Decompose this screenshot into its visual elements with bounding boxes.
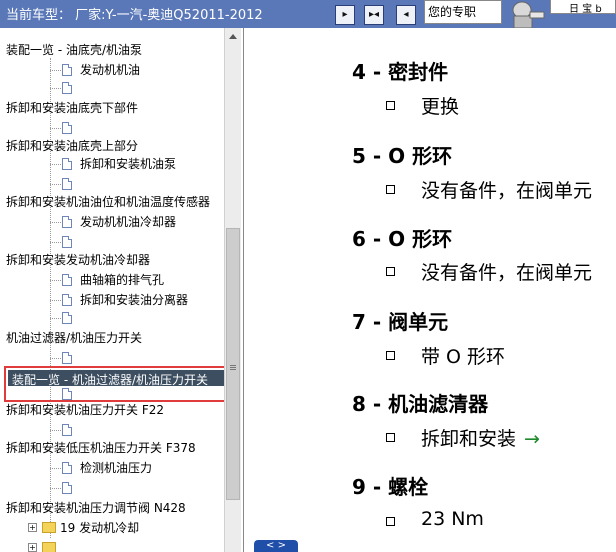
bullet-square-icon [386, 517, 395, 526]
part-detail: 没有备件，在阀单元 [421, 176, 592, 203]
document-icon[interactable] [62, 462, 72, 474]
document-content: 4 - 密封件 更换 5 - O 形环 没有备件，在阀单元 6 - O 形环 没有备件，在… [244, 28, 616, 552]
folder-icon [42, 542, 56, 552]
tree-guide-line [50, 58, 51, 538]
corner-panel-text: 日 宝 b [569, 4, 602, 14]
document-tree: 装配一览 - 油底壳/机油泵发动机机油拆卸和安装油底壳下部件 拆卸和安装油底壳上部… [0, 28, 244, 552]
bullet-square-icon [386, 185, 395, 194]
user-info-text: 您的专职 [428, 5, 477, 19]
tree-item[interactable]: 机油过滤器/机油压力开关 [6, 330, 142, 346]
selection-highlight: 装配一览 - 机油过滤器/机油压力开关 [8, 370, 230, 387]
tree-connector [50, 430, 61, 431]
part-detail-text: 更换 [421, 96, 460, 118]
document-icon[interactable] [62, 158, 72, 170]
part-detail-text: 拆卸和安装 [421, 428, 517, 450]
tree-item[interactable]: 检测机油压力 [80, 460, 152, 476]
skip-double-arrow-icon: ▸◂ [368, 9, 380, 20]
title-bar: 当前车型： 厂家:Y-一汽-奥迪Q52011-2012 ▸ ▸◂ ◂ 您的专职 … [0, 0, 616, 28]
part-detail-text: 没有备件，在阀单元 [421, 262, 593, 284]
tree-item[interactable]: 拆卸和安装油分离器 [80, 292, 188, 308]
document-icon[interactable] [62, 178, 72, 190]
next-button[interactable]: ▸ [335, 5, 355, 25]
folder-icon [42, 522, 56, 533]
bullet-square-icon [386, 433, 395, 442]
selected-tree-item[interactable]: 装配一览 - 机油过滤器/机油压力开关 [4, 366, 240, 402]
part-detail-text: 带 O 形环 [421, 346, 506, 368]
next-arrow-icon: ▸ [342, 9, 348, 20]
document-icon[interactable] [62, 122, 72, 134]
tree-item[interactable]: 发动机机油冷却器 [80, 214, 176, 230]
tree-connector [50, 88, 61, 89]
bullet-square-icon [386, 351, 395, 360]
tree-item[interactable]: 拆卸和安装机油压力调节阀 N428 [6, 500, 186, 516]
grip-icon [230, 365, 236, 366]
part-detail-text: 23 Nm [421, 508, 484, 530]
document-icon[interactable] [62, 312, 72, 324]
part-detail: 没有备件，在阀单元 [421, 258, 592, 285]
part-detail: 23 Nm [421, 508, 484, 530]
tree-folder-item[interactable]: 19 发动机冷却 [60, 520, 139, 536]
document-icon[interactable] [62, 216, 72, 228]
tree-item[interactable]: 曲轴箱的排气孔 [80, 272, 164, 288]
tree-connector [50, 300, 61, 301]
prev-button[interactable]: ◂ [396, 5, 416, 25]
bullet-square-icon [386, 101, 395, 110]
tree-item[interactable]: 拆卸和安装机油泵 [80, 156, 176, 172]
tree-connector [50, 222, 61, 223]
bullet-square-icon [386, 267, 395, 276]
selected-tree-item-label: 装配一览 - 机油过滤器/机油压力开关 [12, 373, 209, 387]
corner-panel: 日 宝 b [550, 0, 616, 14]
part-detail: 带 O 形环 [421, 342, 505, 369]
prev-arrow-icon: ◂ [403, 9, 409, 20]
tree-connector [50, 128, 61, 129]
tree-item[interactable]: 拆卸和安装发动机油冷却器 [6, 252, 150, 268]
part-heading: 7 - 阀单元 [352, 310, 449, 334]
tree-connector [50, 358, 61, 359]
tree-connector [50, 468, 61, 469]
document-icon[interactable] [62, 274, 72, 286]
tree-connector [50, 242, 61, 243]
document-icon[interactable] [62, 82, 72, 94]
tree-item[interactable]: 拆卸和安装机油油位和机油温度传感器 [6, 194, 210, 210]
part-heading: 5 - O 形环 [352, 144, 453, 168]
tree-connector [50, 488, 61, 489]
part-heading: 6 - O 形环 [352, 227, 453, 251]
tree-item[interactable]: 发动机机油 [80, 62, 140, 78]
part-detail-text: 没有备件，在阀单元 [421, 180, 593, 202]
part-heading: 9 - 螺栓 [352, 475, 429, 499]
part-heading: 4 - 密封件 [352, 60, 449, 84]
tree-connector [50, 184, 61, 185]
tree-scrollbar[interactable] [224, 28, 241, 552]
document-icon[interactable] [62, 64, 72, 76]
document-icon[interactable] [62, 294, 72, 306]
document-icon[interactable] [62, 236, 72, 248]
document-icon[interactable] [62, 352, 72, 364]
mascot-icon [512, 1, 545, 28]
document-icon[interactable] [62, 482, 72, 494]
part-detail: 更换 [421, 92, 459, 119]
skip-button[interactable]: ▸◂ [364, 5, 384, 25]
expand-icon[interactable]: + [28, 543, 37, 552]
document-icon[interactable] [62, 388, 72, 400]
current-vehicle-label: 当前车型： 厂家:Y-一汽-奥迪Q52011-2012 [6, 8, 263, 23]
tree-connector [50, 164, 61, 165]
tree-item[interactable]: 拆卸和安装低压机油压力开关 F378 [6, 440, 196, 456]
tree-item[interactable]: 拆卸和安装油底壳上部分 [6, 138, 138, 154]
link-arrow-icon[interactable]: → [524, 428, 540, 450]
part-heading: 8 - 机油滤清器 [352, 392, 489, 416]
nav-tab-button[interactable]: < > [254, 540, 298, 552]
tree-connector [50, 70, 61, 71]
tree-connector [50, 318, 61, 319]
document-icon[interactable] [62, 424, 72, 436]
tree-connector [50, 280, 61, 281]
tree-item[interactable]: 拆卸和安装油底壳下部件 [6, 100, 138, 116]
expand-icon[interactable]: + [28, 523, 37, 532]
tree-item[interactable]: 拆卸和安装机油压力开关 F22 [6, 402, 164, 418]
tree-item[interactable]: 装配一览 - 油底壳/机油泵 [6, 42, 142, 58]
user-info-box: 您的专职 [424, 0, 502, 24]
scroll-up-arrow-icon[interactable] [229, 34, 237, 39]
scroll-thumb[interactable] [226, 228, 240, 500]
part-detail[interactable]: 拆卸和安装 → [421, 424, 540, 451]
